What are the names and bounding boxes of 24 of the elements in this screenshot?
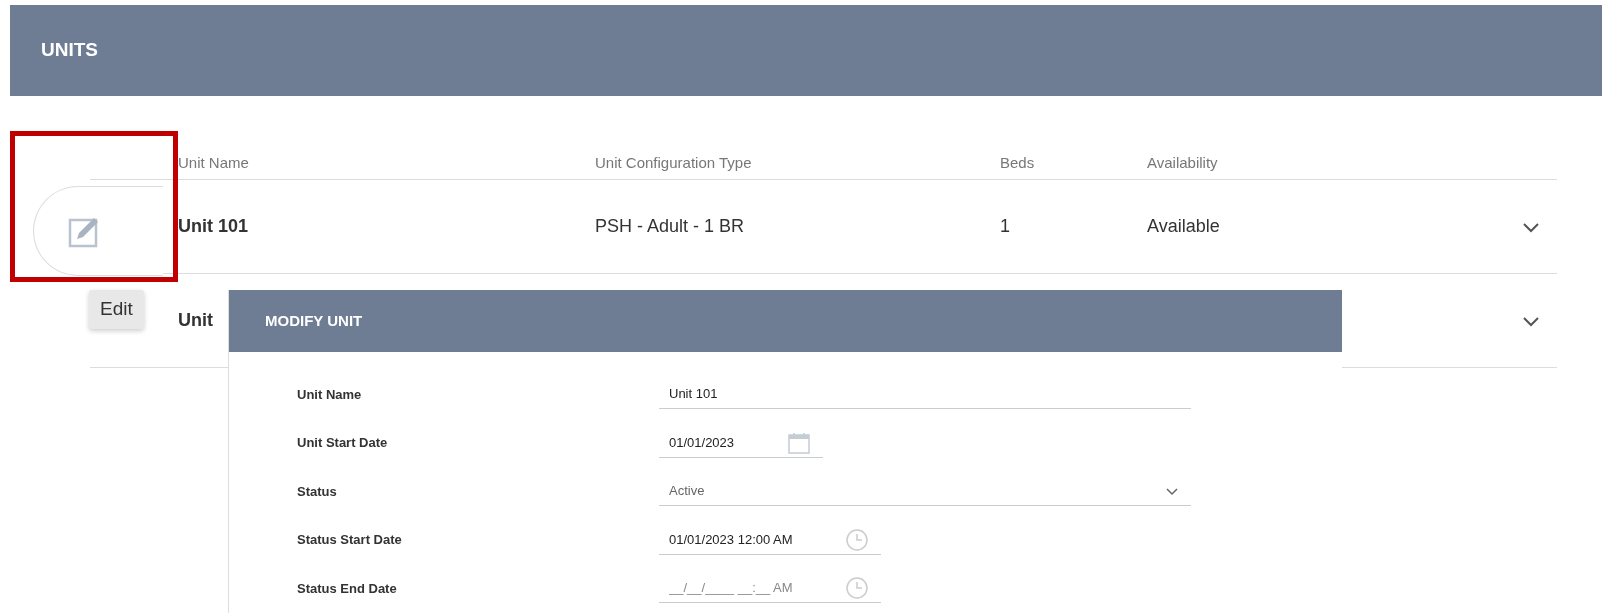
calendar-icon[interactable]: [787, 430, 811, 455]
status-dropdown[interactable]: Active: [659, 476, 1191, 507]
field-label: Status: [297, 482, 338, 501]
availability: Available: [1147, 216, 1220, 236]
field-label: Unit Start Date: [297, 434, 389, 452]
unit-name: Unit 101: [178, 216, 249, 236]
page-title: UNITS: [41, 38, 98, 63]
field-label: Status End Date: [297, 579, 398, 598]
edit-tooltip: Edit: [89, 290, 144, 329]
column-header: Unit Configuration Type: [595, 154, 752, 172]
text-field[interactable]: Unit 101: [659, 379, 1191, 410]
column-header: Beds: [1000, 154, 1035, 172]
dialog-title: MODIFY UNIT: [229, 290, 1342, 352]
unit-name: Unit: [178, 310, 213, 330]
configuration-type: PSH - Adult - 1 BR: [595, 216, 745, 236]
clock-icon[interactable]: [845, 576, 869, 601]
clock-icon[interactable]: [845, 527, 869, 552]
column-header: Unit Name: [178, 154, 249, 172]
date-time-field[interactable]: 01/01/2023 12:00 AM: [659, 524, 881, 555]
bed-count: 1: [1000, 216, 1010, 236]
field-label: Status Start Date: [297, 531, 403, 549]
date-time-field[interactable]: __/__/____ __:__ AM: [659, 573, 881, 604]
column-header: Availability: [1147, 154, 1218, 172]
field-label: Unit Name: [297, 385, 363, 404]
